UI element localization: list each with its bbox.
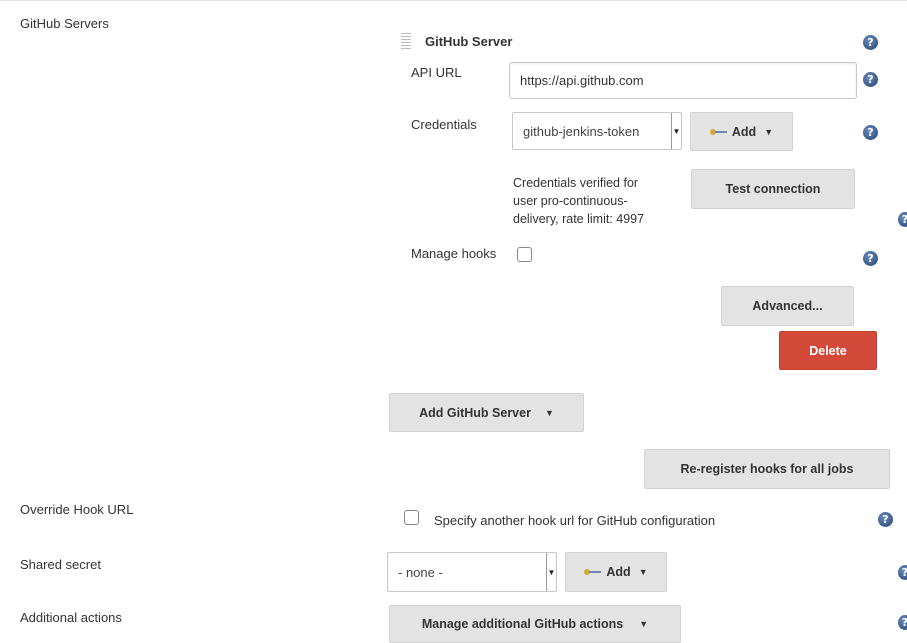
help-icon[interactable]: ? <box>898 565 907 580</box>
caret-down-icon: ▼ <box>764 126 774 137</box>
manage-hooks-checkbox[interactable] <box>517 247 532 262</box>
api-url-label: API URL <box>411 65 462 80</box>
credentials-status-text: Credentials verified for user pro-contin… <box>513 174 644 228</box>
caret-down-icon: ▼ <box>638 567 648 577</box>
credentials-select[interactable]: github-jenkins-token ▼ <box>512 112 682 150</box>
add-credentials-button[interactable]: Add ▼ <box>690 112 793 151</box>
top-divider <box>0 0 907 1</box>
additional-actions-label: Additional actions <box>20 610 122 625</box>
key-icon <box>584 568 602 576</box>
select-arrow-icon: ▼ <box>671 113 681 149</box>
add-shared-secret-label: Add <box>606 565 631 579</box>
select-arrow-icon: ▼ <box>546 553 556 591</box>
test-connection-button[interactable]: Test connection <box>691 169 855 209</box>
credentials-label: Credentials <box>411 117 477 132</box>
help-icon[interactable]: ? <box>898 212 907 227</box>
api-url-input[interactable]: https://api.github.com <box>509 62 857 99</box>
add-github-server-button[interactable]: Add GitHub Server ▼ <box>389 393 584 432</box>
override-hook-url-label: Override Hook URL <box>20 502 134 517</box>
status-line-2: user pro-continuous- <box>513 194 628 208</box>
help-icon[interactable]: ? <box>878 512 893 527</box>
drag-handle-icon[interactable] <box>401 33 411 49</box>
shared-secret-selected-value: - none - <box>398 564 443 580</box>
caret-down-icon: ▼ <box>544 407 554 418</box>
credentials-selected-value: github-jenkins-token <box>523 123 640 139</box>
delete-button[interactable]: Delete <box>779 331 877 370</box>
help-icon[interactable]: ? <box>863 35 878 50</box>
shared-secret-label: Shared secret <box>20 557 101 572</box>
key-icon <box>709 128 728 136</box>
add-shared-secret-button[interactable]: Add ▼ <box>565 552 667 592</box>
help-icon[interactable]: ? <box>863 125 878 140</box>
override-hook-checkbox[interactable] <box>404 510 419 525</box>
caret-down-icon: ▼ <box>639 619 649 629</box>
help-icon[interactable]: ? <box>863 72 878 87</box>
shared-secret-select[interactable]: - none - ▼ <box>387 552 557 592</box>
advanced-button[interactable]: Advanced... <box>721 286 854 326</box>
add-github-server-label: Add GitHub Server <box>419 405 531 420</box>
add-credentials-label: Add <box>731 124 757 139</box>
status-line-3: delivery, rate limit: 4997 <box>513 212 645 226</box>
manage-additional-actions-label: Manage additional GitHub actions <box>421 617 624 631</box>
help-icon[interactable]: ? <box>898 615 907 630</box>
help-icon[interactable]: ? <box>863 251 878 266</box>
github-servers-label: GitHub Servers <box>20 16 109 31</box>
override-hook-description: Specify another hook url for GitHub conf… <box>434 513 716 528</box>
manage-hooks-label: Manage hooks <box>411 246 497 261</box>
manage-additional-actions-button[interactable]: Manage additional GitHub actions ▼ <box>389 605 681 643</box>
reregister-hooks-button[interactable]: Re-register hooks for all jobs <box>644 449 890 489</box>
status-line-1: Credentials verified for <box>513 176 639 190</box>
github-server-title: GitHub Server <box>425 34 513 49</box>
